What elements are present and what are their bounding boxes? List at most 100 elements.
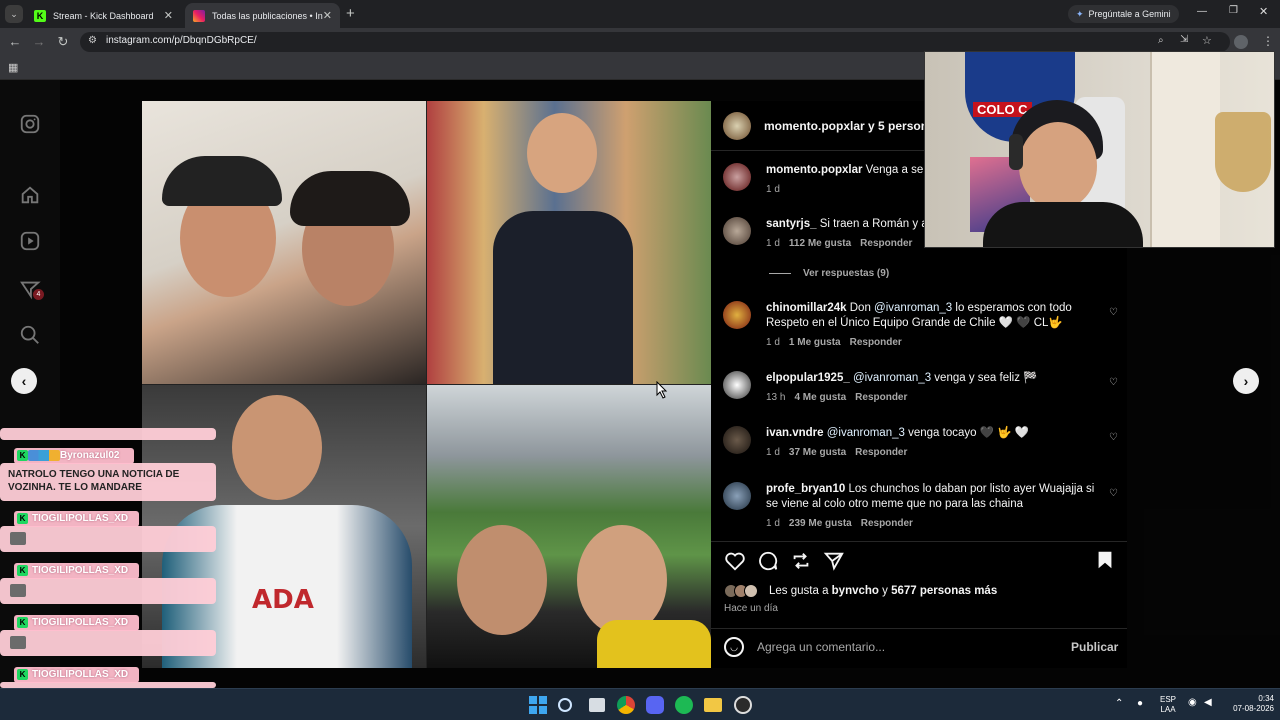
minimize-button[interactable]: — bbox=[1197, 6, 1207, 17]
tab-instagram[interactable]: Todas las publicaciones • Instag ✕ bbox=[185, 3, 340, 28]
comment-likes[interactable]: 112 Me gusta bbox=[789, 238, 851, 249]
reply-button[interactable]: Responder bbox=[855, 392, 907, 403]
avatar[interactable] bbox=[723, 371, 751, 399]
task-view-icon[interactable] bbox=[589, 698, 605, 712]
like-comment-icon[interactable]: ♡ bbox=[1109, 377, 1118, 388]
comment-user[interactable]: profe_bryan10 bbox=[766, 483, 845, 495]
next-post-button[interactable]: › bbox=[1233, 368, 1259, 394]
tab-kick-dashboard[interactable]: K Stream - Kick Dashboard ✕ bbox=[26, 3, 181, 28]
like-comment-icon[interactable]: ♡ bbox=[1109, 307, 1118, 318]
close-tab-icon[interactable]: ✕ bbox=[164, 9, 173, 22]
chat-username-text: TIOGILIPOLLAS_XD bbox=[32, 565, 129, 576]
avatar[interactable] bbox=[723, 217, 751, 245]
avatar[interactable] bbox=[723, 112, 751, 140]
door-frame bbox=[1150, 52, 1220, 247]
like-comment-icon[interactable]: ♡ bbox=[1109, 432, 1118, 443]
volume-icon[interactable]: ◀ bbox=[1204, 698, 1212, 708]
new-tab-button[interactable]: + bbox=[346, 5, 355, 22]
reels-icon[interactable] bbox=[19, 230, 41, 252]
likes-summary[interactable]: Les gusta a bynvcho y 5677 personas más bbox=[769, 585, 997, 597]
like-icon[interactable] bbox=[724, 550, 746, 572]
microphone-icon[interactable]: ● bbox=[1137, 699, 1143, 709]
chat-username: K TIOGILIPOLLAS_XD bbox=[14, 511, 139, 527]
close-tab-icon[interactable]: ✕ bbox=[323, 9, 332, 22]
bookmark-star-icon[interactable]: ☆ bbox=[1202, 34, 1212, 47]
avatar[interactable] bbox=[723, 426, 751, 454]
comment-user[interactable]: chinomillar24k bbox=[766, 302, 847, 314]
back-icon[interactable]: ← bbox=[7, 34, 23, 50]
post-actions: Les gusta a bynvcho y 5677 personas más … bbox=[711, 541, 1127, 621]
photo-tile-selfie bbox=[142, 101, 426, 384]
address-bar[interactable]: ⚙ instagram.com/p/DbqnDGbRpCE/ ⌕ ⇲ ☆ bbox=[80, 32, 1230, 52]
comment-mention[interactable]: @ivanroman_3 bbox=[853, 372, 931, 384]
instagram-icon bbox=[193, 9, 205, 22]
gemini-button[interactable]: ✦ Pregúntale a Gemini bbox=[1068, 5, 1179, 23]
kick-badge-icon: K bbox=[17, 617, 28, 628]
comment-likes[interactable]: 239 Me gusta bbox=[789, 518, 852, 529]
chat-avatar bbox=[10, 584, 26, 597]
apps-icon[interactable]: ▦ bbox=[8, 61, 18, 74]
publish-button[interactable]: Publicar bbox=[1071, 640, 1118, 654]
comment-user[interactable]: momento.popxlar bbox=[766, 164, 862, 176]
close-window-button[interactable]: ✕ bbox=[1259, 5, 1268, 18]
comment-likes[interactable]: 37 Me gusta bbox=[789, 447, 846, 458]
reply-button[interactable]: Responder bbox=[850, 337, 902, 348]
zoom-icon[interactable]: ⌕ bbox=[1158, 35, 1164, 46]
menu-icon[interactable]: ⋮ bbox=[1262, 34, 1274, 48]
avatar[interactable] bbox=[723, 301, 751, 329]
instagram-icon[interactable] bbox=[19, 113, 41, 135]
avatar bbox=[744, 584, 758, 598]
tray-overflow-icon[interactable]: ⌃ bbox=[1115, 699, 1123, 709]
likes-count[interactable]: 5677 personas más bbox=[891, 585, 997, 597]
reply-button[interactable]: Responder bbox=[861, 518, 913, 529]
comment-user[interactable]: elpopular1925_ bbox=[766, 372, 850, 384]
previous-post-button[interactable]: ‹ bbox=[11, 368, 37, 394]
spotify-icon[interactable] bbox=[675, 696, 693, 714]
comment-input[interactable]: Agrega un comentario... bbox=[757, 640, 885, 654]
comment-likes[interactable]: 1 Me gusta bbox=[789, 337, 841, 348]
comment-body: chinomillar24k Don @ivanroman_3 lo esper… bbox=[766, 301, 1101, 350]
chrome-icon[interactable] bbox=[617, 696, 635, 714]
avatar[interactable] bbox=[723, 482, 751, 510]
install-icon[interactable]: ⇲ bbox=[1180, 34, 1188, 45]
comment-user[interactable]: santyrjs_ bbox=[766, 218, 817, 230]
post-image[interactable]: ADA bbox=[142, 101, 711, 668]
share-icon[interactable] bbox=[823, 550, 845, 572]
clock-time: 0:34 bbox=[1258, 694, 1274, 703]
chat-username: K TIOGILIPOLLAS_XD bbox=[14, 563, 139, 579]
comment-icon[interactable] bbox=[757, 550, 779, 572]
view-replies[interactable]: Ver respuestas (9) bbox=[769, 268, 889, 279]
obs-icon[interactable] bbox=[734, 696, 752, 714]
post-author[interactable]: momento.popxlar bbox=[764, 119, 865, 133]
language-indicator[interactable]: ESP LAA bbox=[1158, 695, 1178, 715]
post-header-text: momento.popxlar y 5 persona bbox=[764, 119, 935, 133]
search-icon[interactable] bbox=[19, 324, 41, 346]
site-info-icon[interactable]: ⚙ bbox=[88, 35, 97, 46]
forward-icon[interactable]: → bbox=[31, 34, 47, 50]
profile-avatar[interactable] bbox=[1234, 35, 1248, 49]
replies-divider bbox=[769, 273, 791, 274]
save-icon[interactable] bbox=[1094, 549, 1116, 571]
comment-user[interactable]: ivan.vndre bbox=[766, 427, 824, 439]
network-icon[interactable]: ◉ bbox=[1188, 698, 1197, 708]
restore-button[interactable]: ❐ bbox=[1229, 5, 1238, 16]
comment-likes[interactable]: 4 Me gusta bbox=[794, 392, 846, 403]
comment-mention[interactable]: @ivanroman_3 bbox=[827, 427, 905, 439]
home-icon[interactable] bbox=[19, 184, 41, 206]
comment-mention[interactable]: @ivanroman_3 bbox=[874, 302, 952, 314]
reload-icon[interactable]: ↻ bbox=[55, 34, 71, 50]
discord-icon[interactable] bbox=[646, 696, 664, 714]
avatar[interactable] bbox=[723, 163, 751, 191]
like-comment-icon[interactable]: ♡ bbox=[1109, 488, 1118, 499]
emoji-icon[interactable]: ◡ bbox=[724, 637, 744, 657]
comment-item: ivan.vndre @ivanroman_3 venga tocayo 🖤 🤟… bbox=[723, 426, 1118, 466]
clock[interactable]: 0:34 07-08-2026 bbox=[1222, 694, 1274, 714]
likes-user[interactable]: bynvcho bbox=[832, 585, 879, 597]
repost-icon[interactable] bbox=[790, 550, 812, 572]
reply-button[interactable]: Responder bbox=[860, 238, 912, 249]
start-icon[interactable] bbox=[529, 696, 547, 714]
search-icon[interactable] bbox=[558, 698, 572, 712]
reply-button[interactable]: Responder bbox=[855, 447, 907, 458]
file-explorer-icon[interactable] bbox=[704, 698, 722, 712]
tab-list-button[interactable]: ⌄ bbox=[5, 5, 23, 23]
